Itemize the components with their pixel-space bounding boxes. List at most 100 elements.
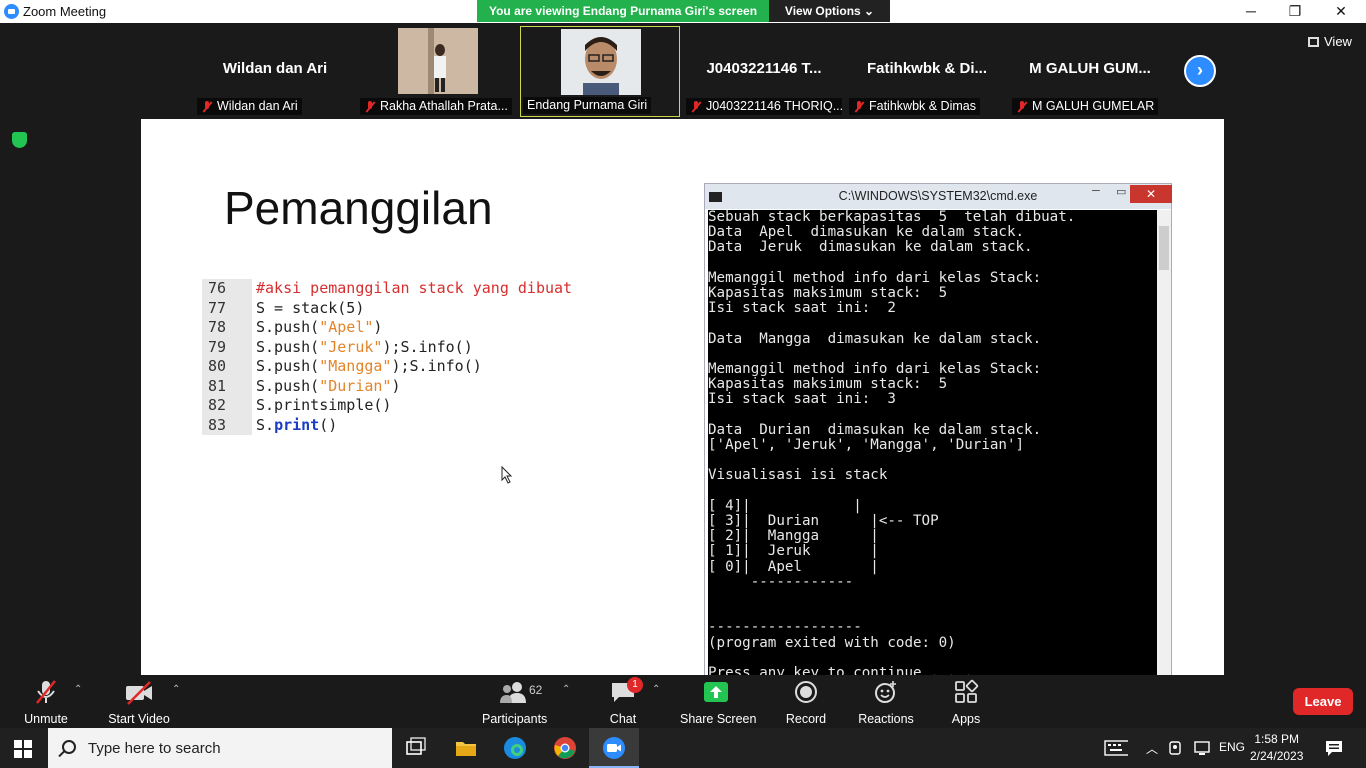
- cmd-title: C:\WINDOWS\SYSTEM32\cmd.exe: [838, 189, 1038, 203]
- participants-label: Participants: [482, 712, 548, 726]
- code-text: S.push("Jeruk");S.info(): [256, 337, 473, 356]
- zoom-app-icon[interactable]: [602, 736, 626, 760]
- line-number: 83: [202, 415, 252, 435]
- minimize-button[interactable]: ─: [1228, 0, 1274, 23]
- restore-button[interactable]: ❐: [1272, 0, 1318, 23]
- record-icon: [795, 681, 817, 703]
- participant-tile[interactable]: Wildan dan Ari Wildan dan Ari: [195, 26, 355, 117]
- participant-big-name: Wildan dan Ari: [222, 60, 328, 77]
- file-explorer-icon[interactable]: [454, 736, 478, 760]
- reactions-button[interactable]: Reactions: [858, 679, 914, 726]
- participants-caret-icon[interactable]: ⌃: [562, 684, 570, 695]
- view-label: View: [1324, 34, 1352, 49]
- share-screen-button[interactable]: Share Screen: [680, 679, 757, 726]
- participant-name: M GALUH GUMELAR: [1032, 99, 1155, 113]
- participant-name: J0403221146 THORIQ...: [706, 99, 842, 113]
- task-view-icon[interactable]: [404, 736, 428, 760]
- video-options-caret-icon[interactable]: ⌃: [172, 684, 180, 695]
- cmd-close-button[interactable]: ✕: [1130, 185, 1172, 203]
- participant-tile[interactable]: Fatihkwbk & Di... Fatihkwbk & Dimas: [847, 26, 1007, 117]
- code-line: 80 S.push("Mangga");S.info(): [202, 357, 672, 377]
- search-icon: [62, 740, 76, 754]
- search-placeholder: Type here to search: [88, 740, 221, 757]
- share-screen-arrow-icon: [704, 682, 728, 702]
- edge-browser-icon[interactable]: [503, 736, 527, 760]
- participant-video: [398, 28, 478, 94]
- cmd-title-bar[interactable]: C:\WINDOWS\SYSTEM32\cmd.exe ─ ▭ ✕: [705, 184, 1172, 209]
- taskbar-search-box[interactable]: Type here to search: [48, 728, 392, 768]
- record-label: Record: [785, 712, 827, 726]
- microphone-muted-icon: [36, 680, 56, 704]
- code-line: 76 #aksi pemanggilan stack yang dibuat: [202, 279, 672, 299]
- chat-caret-icon[interactable]: ⌃: [652, 684, 660, 695]
- code-listing: 76 #aksi pemanggilan stack yang dibuat 77 S…: [202, 279, 672, 435]
- start-video-button[interactable]: Start Video: [106, 679, 172, 726]
- participant-count: 62: [529, 683, 543, 697]
- participant-name: Rakha Athallah Prata...: [380, 99, 508, 113]
- view-button[interactable]: View: [1308, 34, 1352, 49]
- slide-title: Pemanggilan: [224, 182, 493, 234]
- code-text: #aksi pemanggilan stack yang dibuat: [256, 279, 573, 297]
- participant-tile[interactable]: M GALUH GUM... M GALUH GUMELAR: [1010, 26, 1170, 117]
- audio-options-caret-icon[interactable]: ⌃: [74, 684, 82, 695]
- next-page-chevron-icon[interactable]: ›: [1184, 55, 1216, 87]
- console-output: Sebuah stack berkapasitas 5 telah dibuat…: [708, 210, 1076, 675]
- input-language[interactable]: ENG: [1219, 740, 1245, 754]
- keyboard-layout-icon[interactable]: [1104, 738, 1128, 762]
- code-text: S.print(): [256, 415, 338, 434]
- cmd-maximize-button[interactable]: ▭: [1116, 185, 1126, 198]
- windows-start-icon[interactable]: [14, 740, 32, 758]
- participant-tile-active-speaker[interactable]: Endang Purnama Giri: [520, 26, 680, 117]
- share-screen-label: Share Screen: [680, 712, 757, 726]
- viewing-banner: You are viewing Endang Purnama Giri's sc…: [477, 0, 769, 22]
- encryption-shield-icon[interactable]: [12, 132, 27, 148]
- participant-tile[interactable]: J0403221146 T... J0403221146 THORIQ...: [684, 26, 844, 117]
- clock-time: 1:58 PM: [1254, 732, 1300, 746]
- record-button[interactable]: Record: [784, 679, 828, 726]
- code-line: 81 S.push("Durian"): [202, 376, 672, 396]
- code-line: 82 S.printsimple(): [202, 396, 672, 416]
- participant-big-name: Fatihkwbk & Di...: [866, 60, 987, 77]
- code-text: S.push("Apel"): [256, 318, 383, 336]
- code-text: S = stack(5): [256, 298, 365, 317]
- console-output-area[interactable]: Sebuah stack berkapasitas 5 telah dibuat…: [708, 210, 1157, 675]
- volume-icon: [1196, 739, 1220, 763]
- leave-button[interactable]: Leave: [1293, 688, 1353, 715]
- start-video-label: Start Video: [108, 712, 170, 726]
- code-line: 78 S.push("Apel"): [202, 318, 672, 338]
- code-line: 83 S.print(): [202, 415, 672, 435]
- notifications-icon[interactable]: [1324, 738, 1348, 762]
- meet-now-icon[interactable]: [1168, 739, 1192, 763]
- line-number: 77: [202, 298, 252, 318]
- cmd-minimize-button[interactable]: ─: [1092, 185, 1100, 197]
- view-options-button[interactable]: View Options ⌄: [769, 0, 890, 22]
- chat-unread-badge: 1: [627, 677, 643, 693]
- close-button[interactable]: ✕: [1318, 0, 1364, 23]
- person-silhouette-icon: [398, 28, 478, 94]
- person-face-icon: [561, 29, 641, 95]
- grid-view-icon: [1308, 36, 1319, 47]
- mic-muted-icon: [364, 100, 376, 113]
- line-number: 79: [202, 337, 252, 357]
- apps-button[interactable]: Apps: [948, 679, 984, 726]
- participants-icon: [500, 682, 526, 703]
- apps-label: Apps: [951, 712, 981, 726]
- mic-muted-icon: [853, 100, 865, 113]
- chrome-browser-icon[interactable]: [553, 736, 577, 760]
- participant-tile[interactable]: Rakha Athallah Prata...: [358, 26, 518, 117]
- participant-name-tag: Endang Purnama Giri: [523, 97, 652, 114]
- system-clock[interactable]: 1:58 PM 2/24/2023: [1250, 731, 1303, 765]
- line-number: 82: [202, 396, 252, 416]
- line-number: 78: [202, 318, 252, 338]
- scrollbar-thumb[interactable]: [1159, 226, 1169, 270]
- cmd-window[interactable]: C:\WINDOWS\SYSTEM32\cmd.exe ─ ▭ ✕ Sebuah…: [704, 183, 1172, 675]
- participant-big-name: M GALUH GUM...: [1029, 60, 1151, 77]
- unmute-button[interactable]: Unmute: [20, 679, 72, 726]
- line-number: 80: [202, 357, 252, 377]
- cmd-scrollbar[interactable]: [1157, 210, 1171, 675]
- show-hidden-icons-chevron-icon[interactable]: ︿: [1146, 740, 1158, 757]
- chat-label: Chat: [609, 712, 637, 726]
- unmute-label: Unmute: [24, 712, 68, 726]
- shared-screen: Pemanggilan 76 #aksi pemanggilan stack ya…: [141, 119, 1224, 675]
- window-title: Zoom Meeting: [23, 4, 107, 19]
